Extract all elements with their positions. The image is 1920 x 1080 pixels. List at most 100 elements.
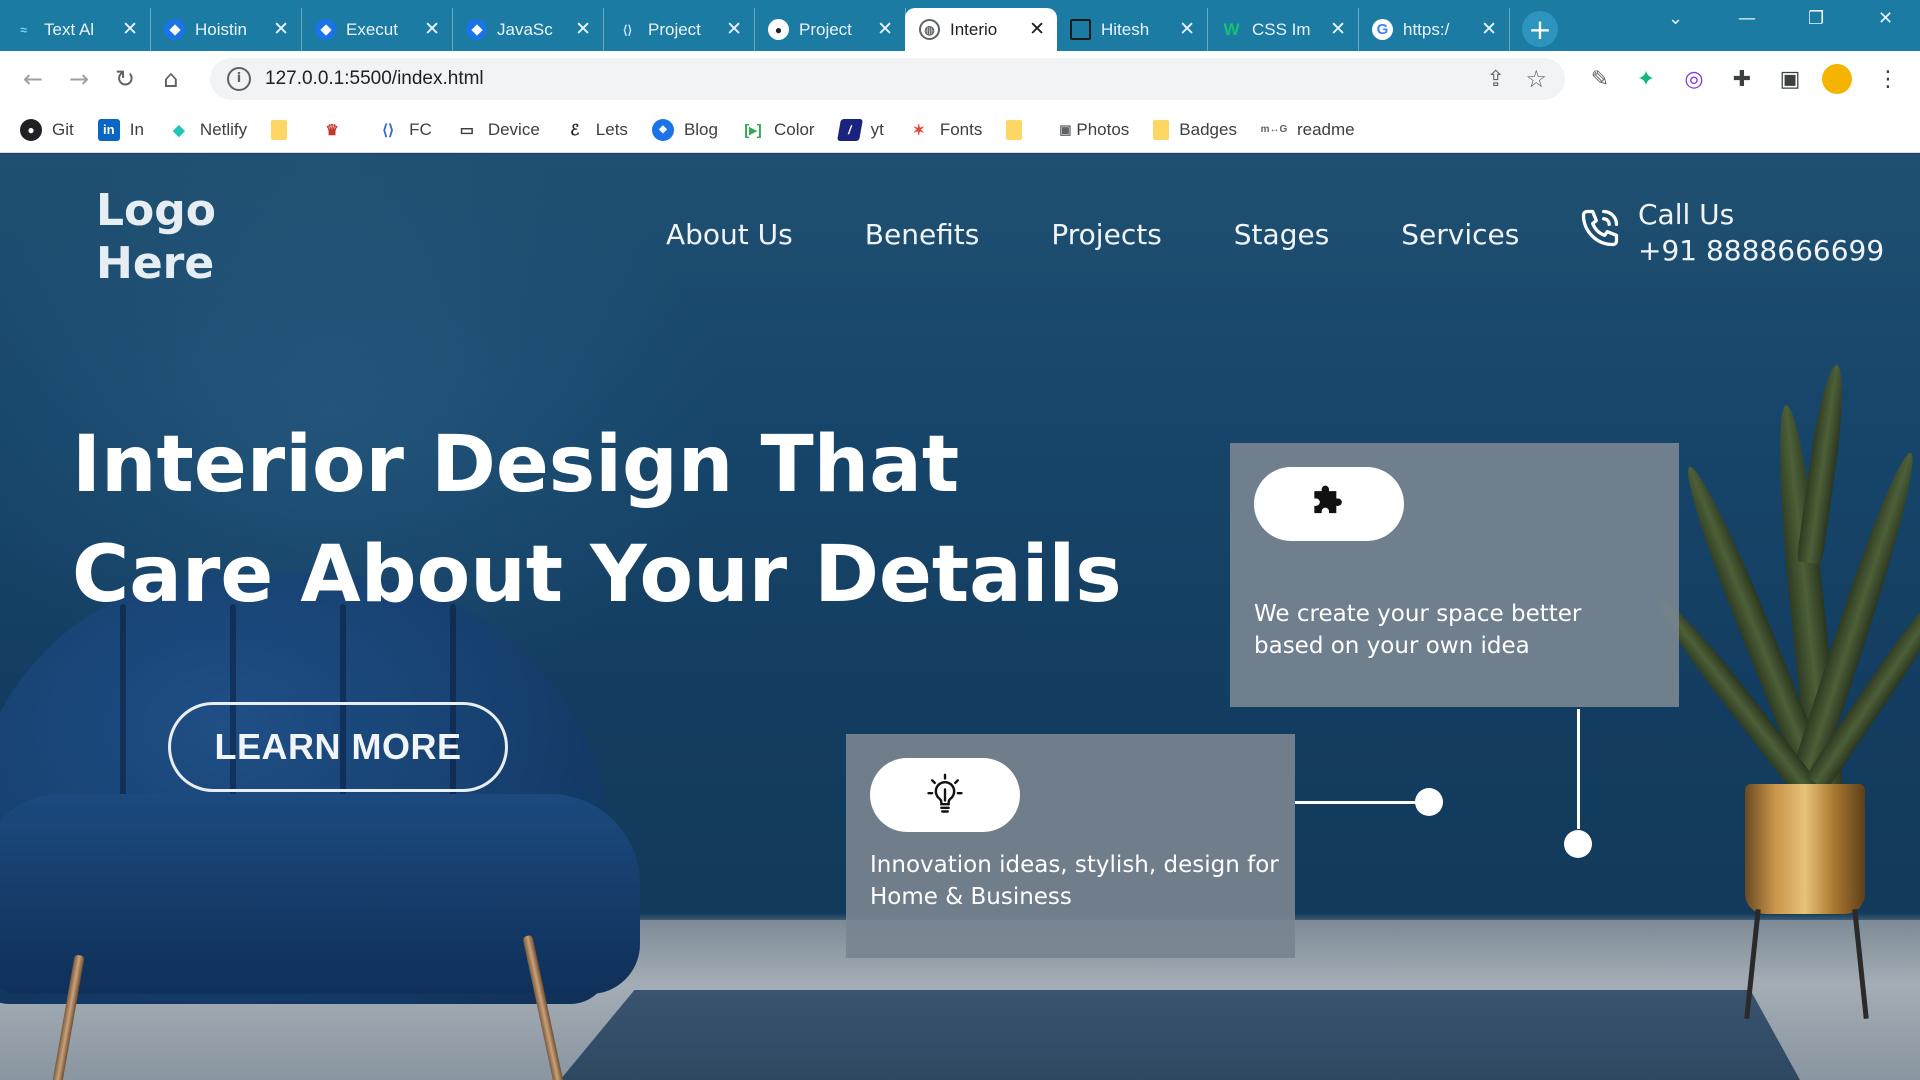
connector-dot [1415,788,1443,816]
learn-more-button[interactable]: LEARN MORE [168,702,508,792]
tab-title: CSS Im [1252,19,1311,39]
close-icon[interactable]: ✕ [726,18,742,41]
bookmark-color[interactable]: [▸] Color [742,119,814,141]
bookmark-label: Blog [683,119,718,139]
github-icon: ● [20,118,42,141]
restore-icon[interactable]: ❐ [1808,8,1824,29]
bookmark-app[interactable]: ♛ [321,119,353,141]
device-icon: ▭ [459,121,474,139]
bookmark-folder[interactable] [1006,119,1032,140]
eyedropper-extension-icon[interactable]: ✎ [1584,63,1616,95]
bookmark-yt[interactable]: / yt [836,118,884,141]
close-icon[interactable]: ✕ [424,18,440,41]
bookmark-label: Device [487,119,540,139]
browser-tab-active[interactable]: ◍ Interio ✕ [905,8,1057,51]
bookmark-label: Netlify [199,119,248,139]
feature-card: Innovation ideas, stylish, design for Ho… [846,734,1295,958]
connector-dot [1564,830,1592,858]
bookmark-label: Photos [1076,119,1130,139]
clip-extension-icon[interactable]: ◎ [1678,63,1710,95]
browser-tab[interactable]: Execut ✕ [301,8,453,51]
window-close-icon[interactable]: ✕ [1878,8,1893,29]
profile-avatar[interactable] [1822,64,1852,94]
logo-line: Here [96,238,215,289]
tab-search-icon[interactable]: ⌄ [1668,8,1683,29]
feature-card-text: Innovation ideas, stylish, design for Ho… [870,852,1279,910]
github-icon: ● [768,19,789,40]
close-icon[interactable]: ✕ [1029,18,1045,41]
address-bar[interactable]: i 127.0.0.1:5500/index.html ⇪ ☆ [210,58,1565,100]
bookmark-photos[interactable]: ▣ Photos [1056,119,1129,141]
bookmark-label: In [129,119,144,139]
browser-tab[interactable]: W CSS Im ✕ [1207,8,1359,51]
bookmark-star-icon[interactable]: ☆ [1525,65,1547,93]
site-info-icon[interactable]: i [227,67,251,91]
browser-tab[interactable]: ● Project ✕ [754,8,906,51]
fonts-icon: ✶ [912,121,926,139]
close-icon[interactable]: ✕ [273,18,289,41]
bookmark-fc[interactable]: ⟨⟩ FC [377,119,432,141]
close-icon[interactable]: ✕ [1330,18,1346,41]
rug-decoration [560,990,1800,1080]
close-icon[interactable]: ✕ [1179,18,1195,41]
menu-kebab-icon[interactable]: ⋮ [1872,63,1904,95]
nav-projects[interactable]: Projects [1051,218,1161,251]
close-icon[interactable]: ✕ [877,18,893,41]
nav-benefits[interactable]: Benefits [865,218,980,251]
bookmark-netlify[interactable]: ◆ Netlify [168,119,247,141]
home-icon[interactable]: ⌂ [148,65,194,93]
browser-tab[interactable]: ⟨⟩ Project ✕ [603,8,755,51]
readme-icon: m↔G [1260,124,1288,135]
call-us-number[interactable]: +91 8888666699 [1638,234,1884,267]
bookmark-fonts[interactable]: ✶ Fonts [908,119,983,141]
hero-heading-line1: Interior Design That [72,420,960,510]
close-icon[interactable]: ✕ [122,18,138,41]
close-icon[interactable]: ✕ [575,18,591,41]
icon-pill [870,758,1020,832]
lightbulb-icon [927,773,963,813]
new-tab-button[interactable]: + [1522,11,1558,47]
bird-extension-icon[interactable]: ✦ [1630,63,1662,95]
reload-icon[interactable]: ↻ [102,65,148,93]
minimize-icon[interactable]: — [1738,8,1756,29]
share-icon[interactable]: ⇪ [1487,67,1505,92]
back-icon[interactable]: ← [10,65,56,93]
nav-services[interactable]: Services [1401,218,1519,251]
close-icon[interactable]: ✕ [1481,18,1497,41]
bookmark-device[interactable]: ▭ Device [456,119,540,141]
tab-title: Project [799,19,852,39]
folder-icon [271,119,288,140]
browser-tab-bar: ≈ Text Al ✕ Hoistin ✕ Execut ✕ JavaSc ✕ … [0,0,1920,51]
blue-diamond-icon [164,19,185,40]
browser-tab[interactable]: Hitesh ✕ [1056,8,1208,51]
bookmark-blog[interactable]: ◆ Blog [651,118,718,141]
tab-title: https:/ [1403,19,1450,39]
bookmark-badges[interactable]: Badges [1153,119,1237,140]
bookmark-label: FC [409,119,432,139]
bookmark-folder[interactable] [271,119,297,140]
browser-tab[interactable]: JavaSc ✕ [452,8,604,51]
phone-icon[interactable] [1578,206,1622,250]
bookmark-lets[interactable]: ℰ Lets [564,119,628,141]
forward-icon[interactable]: → [56,65,102,93]
side-panel-icon[interactable]: ▣ [1774,63,1806,95]
browser-tab[interactable]: ≈ Text Al ✕ [0,8,151,51]
site-logo[interactable]: Logo Here [96,184,256,290]
app-icon: ♛ [325,121,339,139]
bookmark-label: yt [870,119,884,139]
bookmark-label: Lets [595,119,628,139]
browser-tab[interactable]: Hoistin ✕ [150,8,302,51]
bookmark-in[interactable]: in In [97,118,144,141]
tab-title: Hoistin [195,19,247,39]
browser-tab[interactable]: G https:/ ✕ [1358,8,1510,51]
extensions-puzzle-icon[interactable]: ✚ [1726,63,1758,95]
bookmark-git[interactable]: ● Git [20,118,74,141]
tab-title: Interio [950,19,998,39]
linkedin-icon: in [97,118,120,141]
nav-about-us[interactable]: About Us [666,218,793,251]
nav-stages[interactable]: Stages [1234,218,1330,251]
bookmark-readme[interactable]: m↔G readme [1261,119,1355,141]
url-text[interactable]: 127.0.0.1:5500/index.html [265,68,484,90]
browser-toolbar: ← → ↻ ⌂ i 127.0.0.1:5500/index.html ⇪ ☆ … [0,51,1920,107]
bookmark-label: Git [52,119,74,139]
